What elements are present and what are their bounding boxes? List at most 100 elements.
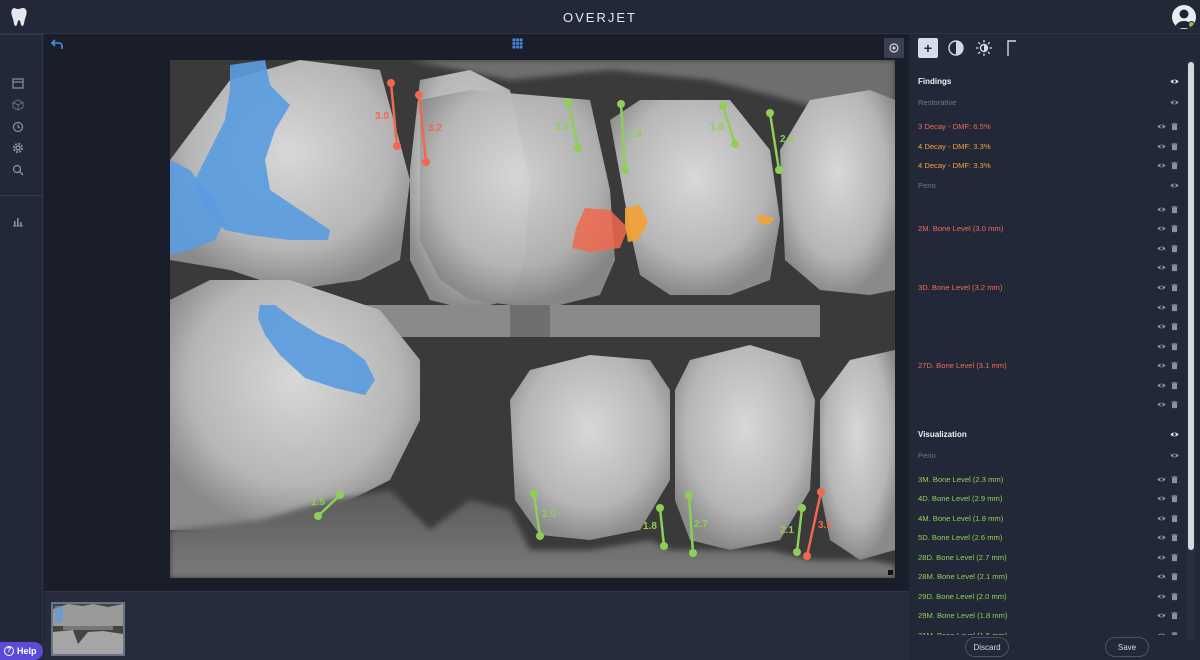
trash-icon[interactable]: [1170, 533, 1179, 542]
trash-icon[interactable]: [1170, 514, 1179, 523]
trash-icon[interactable]: [1170, 361, 1179, 370]
finding-row[interactable]: 2M. Bone Level (3.0 mm): [912, 220, 1182, 236]
measurement-handle[interactable]: [564, 98, 572, 106]
measurement-handle[interactable]: [314, 512, 322, 520]
measurement-handle[interactable]: [617, 100, 625, 108]
measurement-handle[interactable]: [775, 166, 783, 174]
add-finding-button[interactable]: +: [918, 38, 938, 58]
trash-icon[interactable]: [1170, 381, 1179, 390]
measurement-handle[interactable]: [530, 490, 538, 498]
finding-row[interactable]: [912, 338, 1182, 354]
trash-icon[interactable]: [1170, 244, 1179, 253]
finding-row[interactable]: [912, 377, 1182, 393]
trash-icon[interactable]: [1170, 263, 1179, 272]
finding-row[interactable]: 4 Decay - DMF: 3.3%: [912, 157, 1182, 173]
grid-icon[interactable]: [512, 38, 523, 49]
trash-icon[interactable]: [1170, 142, 1179, 151]
trash-icon[interactable]: [1170, 303, 1179, 312]
trash-icon[interactable]: [1170, 342, 1179, 351]
eye-icon[interactable]: [1170, 98, 1179, 107]
help-button[interactable]: ? Help: [0, 642, 43, 660]
eye-icon[interactable]: [1157, 611, 1166, 620]
measurement-handle[interactable]: [574, 144, 582, 152]
trash-icon[interactable]: [1170, 572, 1179, 581]
finding-row[interactable]: 31M. Bone Level (1.5 mm): [912, 627, 1182, 635]
measurement-handle[interactable]: [660, 542, 668, 550]
measurement-handle[interactable]: [689, 549, 697, 557]
measurement-handle[interactable]: [656, 504, 664, 512]
trash-icon[interactable]: [1170, 322, 1179, 331]
finding-row[interactable]: 3D. Bone Level (3.2 mm): [912, 279, 1182, 295]
contrast-button[interactable]: [946, 38, 966, 58]
gamma-button[interactable]: [1002, 38, 1022, 58]
search-icon[interactable]: [11, 163, 25, 177]
center-view-button[interactable]: [884, 38, 904, 58]
measurement-handle[interactable]: [536, 532, 544, 540]
eye-icon[interactable]: [1157, 244, 1166, 253]
trash-icon[interactable]: [1170, 122, 1179, 131]
calendar-icon[interactable]: [11, 76, 25, 90]
measurement-handle[interactable]: [393, 142, 401, 150]
finding-row[interactable]: 29M. Bone Level (1.8 mm): [912, 607, 1182, 623]
eye-icon[interactable]: [1157, 224, 1166, 233]
finding-row[interactable]: 27D. Bone Level (3.1 mm): [912, 357, 1182, 373]
xray-image[interactable]: 3.0 3.2 2.3 2.9 1.8 2.6 1.5 2.0 1.8 2.7 2.1 3.1: [170, 60, 895, 578]
eye-icon[interactable]: [1170, 77, 1179, 86]
finding-row[interactable]: [912, 396, 1182, 412]
finding-row[interactable]: 28M. Bone Level (2.1 mm): [912, 568, 1182, 584]
finding-row[interactable]: [912, 201, 1182, 217]
trash-icon[interactable]: [1170, 224, 1179, 233]
eye-icon[interactable]: [1157, 514, 1166, 523]
measurement-handle[interactable]: [719, 102, 727, 110]
finding-row[interactable]: 4 Decay - DMF: 3.3%: [912, 138, 1182, 154]
measurement-handle[interactable]: [798, 504, 806, 512]
measurement-handle[interactable]: [621, 166, 629, 174]
eye-icon[interactable]: [1157, 303, 1166, 312]
eye-icon[interactable]: [1157, 631, 1166, 635]
save-button[interactable]: Save: [1105, 637, 1149, 657]
eye-icon[interactable]: [1157, 400, 1166, 409]
eye-icon[interactable]: [1157, 142, 1166, 151]
eye-icon[interactable]: [1157, 361, 1166, 370]
finding-row[interactable]: 3M. Bone Level (2.3 mm): [912, 471, 1182, 487]
trash-icon[interactable]: [1170, 592, 1179, 601]
avatar[interactable]: [1172, 5, 1196, 29]
finding-row[interactable]: 28D. Bone Level (2.7 mm): [912, 549, 1182, 565]
measurement-handle[interactable]: [387, 79, 395, 87]
trash-icon[interactable]: [1170, 631, 1179, 635]
trash-icon[interactable]: [1170, 553, 1179, 562]
eye-icon[interactable]: [1157, 263, 1166, 272]
measurement-handle[interactable]: [415, 91, 423, 99]
eye-icon[interactable]: [1157, 322, 1166, 331]
eye-icon[interactable]: [1157, 342, 1166, 351]
eye-icon[interactable]: [1157, 122, 1166, 131]
measurement-handle[interactable]: [336, 491, 344, 499]
xray-thumbnail[interactable]: [51, 602, 125, 656]
measurement-handle[interactable]: [793, 548, 801, 556]
eye-icon[interactable]: [1157, 161, 1166, 170]
finding-row[interactable]: 29D. Bone Level (2.0 mm): [912, 588, 1182, 604]
eye-icon[interactable]: [1157, 494, 1166, 503]
trash-icon[interactable]: [1170, 161, 1179, 170]
box-icon[interactable]: [11, 98, 25, 112]
measurement-handle[interactable]: [731, 140, 739, 148]
trash-icon[interactable]: [1170, 400, 1179, 409]
finding-row[interactable]: 4M. Bone Level (1.8 mm): [912, 510, 1182, 526]
measurement-handle[interactable]: [803, 552, 811, 560]
discard-button[interactable]: Discard: [965, 637, 1009, 657]
findings-scrollbar-thumb[interactable]: [1188, 62, 1194, 550]
eye-icon[interactable]: [1157, 205, 1166, 214]
eye-icon[interactable]: [1170, 430, 1179, 439]
settings-icon[interactable]: [11, 141, 25, 155]
finding-row[interactable]: [912, 259, 1182, 275]
eye-icon[interactable]: [1157, 572, 1166, 581]
measurement-handle[interactable]: [685, 491, 693, 499]
trash-icon[interactable]: [1170, 283, 1179, 292]
history-icon[interactable]: [11, 120, 25, 134]
eye-icon[interactable]: [1157, 553, 1166, 562]
eye-icon[interactable]: [1157, 381, 1166, 390]
measurement-handle[interactable]: [422, 158, 430, 166]
eye-icon[interactable]: [1157, 533, 1166, 542]
eye-icon[interactable]: [1170, 181, 1179, 190]
finding-row[interactable]: 4D. Bone Level (2.9 mm): [912, 490, 1182, 506]
